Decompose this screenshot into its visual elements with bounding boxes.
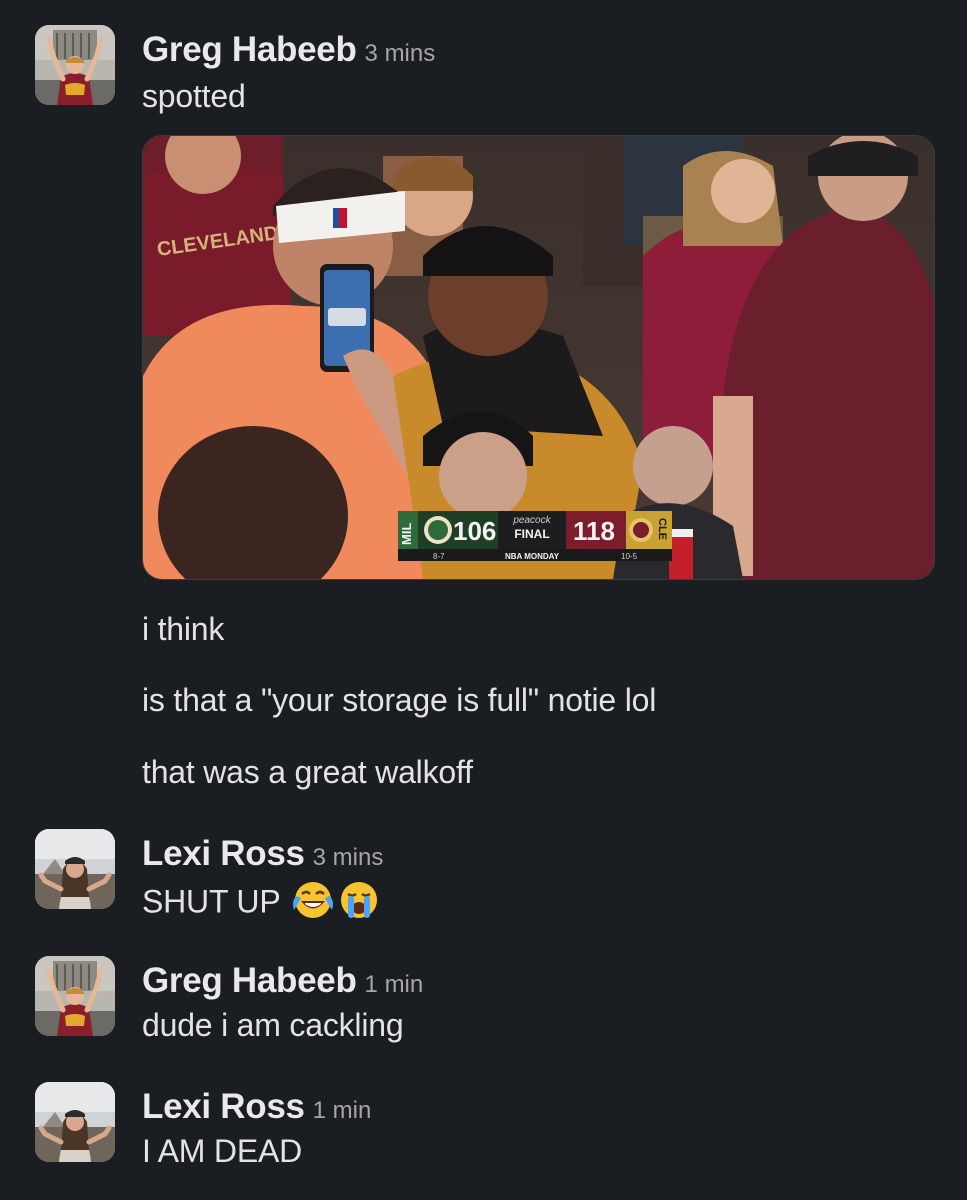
image-attachment-photo: CLEVELAND CAVALIERS bbox=[143, 136, 934, 579]
message-text: that was a great walkoff bbox=[142, 754, 473, 790]
timestamp[interactable]: 3 mins bbox=[313, 844, 384, 871]
message-text: I AM DEAD bbox=[142, 1133, 303, 1169]
message-text-content: SHUT UP bbox=[142, 883, 280, 920]
home-team-abbr: CLE bbox=[656, 518, 668, 540]
message-header: Lexi Ross 1 min bbox=[142, 1087, 371, 1127]
message-text: dude i am cackling bbox=[142, 1007, 404, 1043]
away-record: 8-7 bbox=[433, 552, 445, 561]
scorebug: MIL 106 peacock FINAL 118 CLE 8-7 NBA MO… bbox=[398, 511, 672, 561]
sender-name[interactable]: Greg Habeeb bbox=[142, 30, 357, 69]
sender-name[interactable]: Lexi Ross bbox=[142, 1087, 305, 1126]
avatar-lexi[interactable] bbox=[35, 829, 115, 909]
message-text: spotted bbox=[142, 78, 246, 114]
message-text: i think bbox=[142, 611, 225, 647]
timestamp[interactable]: 1 min bbox=[365, 971, 424, 998]
image-attachment[interactable]: CLEVELAND CAVALIERS bbox=[142, 135, 935, 580]
broadcast-label: NBA MONDAY bbox=[505, 552, 560, 561]
avatar-greg[interactable] bbox=[35, 956, 115, 1036]
timestamp[interactable]: 3 mins bbox=[365, 40, 436, 67]
timestamp[interactable]: 1 min bbox=[313, 1097, 372, 1124]
game-status: FINAL bbox=[514, 527, 549, 541]
message-text: SHUT UP bbox=[142, 880, 381, 928]
message-header: Greg Habeeb 3 mins bbox=[142, 30, 435, 70]
home-record: 10-5 bbox=[621, 552, 638, 561]
message-text: is that a "your storage is full" notie l… bbox=[142, 682, 657, 718]
sender-name[interactable]: Lexi Ross bbox=[142, 834, 305, 873]
sender-name[interactable]: Greg Habeeb bbox=[142, 961, 357, 1000]
face-with-tears-of-joy-icon bbox=[291, 880, 335, 928]
avatar-greg[interactable] bbox=[35, 25, 115, 105]
message-header: Greg Habeeb 1 min bbox=[142, 961, 423, 1001]
loudly-crying-face-icon bbox=[337, 880, 381, 928]
home-score: 118 bbox=[573, 516, 615, 546]
message-header: Lexi Ross 3 mins bbox=[142, 834, 383, 874]
away-team-abbr: MIL bbox=[399, 523, 414, 545]
network-logo: peacock bbox=[512, 515, 551, 526]
away-score: 106 bbox=[453, 516, 496, 546]
avatar-lexi[interactable] bbox=[35, 1082, 115, 1162]
